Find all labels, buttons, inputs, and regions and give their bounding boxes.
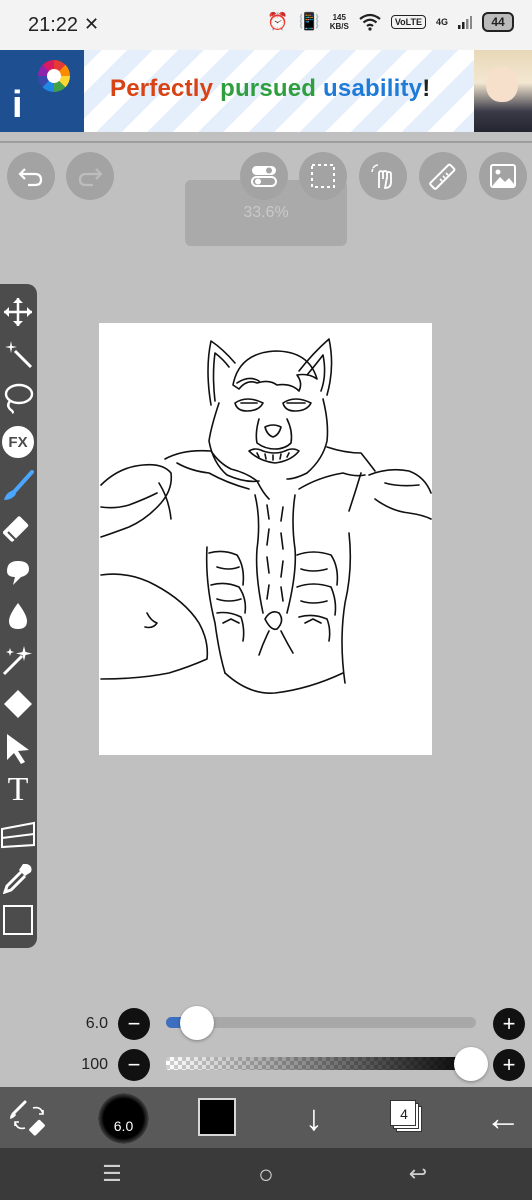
layer-sheet-front: 4 <box>390 1100 416 1126</box>
layers-button[interactable]: 4 <box>390 1100 422 1132</box>
ad-word-1: Perfectly <box>110 75 214 102</box>
network-speed: 145 KB/S <box>330 13 349 31</box>
volte-badge: VoLTE <box>390 15 426 29</box>
sparkle-tool[interactable] <box>0 640 36 680</box>
smudge-tool[interactable] <box>0 552 36 592</box>
size-increase-button[interactable]: + <box>493 1008 525 1040</box>
canvas-square-icon <box>3 905 33 935</box>
opacity-decrease-button[interactable]: − <box>118 1049 150 1081</box>
undo-icon <box>18 168 43 187</box>
move-tool[interactable] <box>0 292 36 332</box>
lasso-tool[interactable] <box>0 378 36 418</box>
bottom-toolbar <box>0 1087 532 1148</box>
magic-wand-tool[interactable] <box>0 334 36 374</box>
tool-panel: FX T <box>0 284 37 948</box>
fx-tool[interactable]: FX <box>0 422 36 462</box>
status-indicators: ⏰ 📳 145 KB/S VoLTE 4G 44 <box>267 12 514 32</box>
undo-button[interactable] <box>7 152 55 200</box>
ad-word-4: ! <box>422 75 431 102</box>
ad-headline: Perfectly pursued usability! <box>110 75 430 103</box>
frame-icon <box>1 821 35 849</box>
redo-button[interactable] <box>66 152 114 200</box>
system-back-button[interactable]: ↩ <box>388 1148 448 1200</box>
ad-word-3: usability <box>323 75 423 102</box>
vibrate-icon: 📳 <box>298 12 320 31</box>
wifi-icon <box>359 13 381 31</box>
text-tool[interactable]: T <box>0 770 36 810</box>
hand-icon <box>371 164 392 189</box>
status-bar: 21:22 ✕ ⏰ 📳 145 KB/S VoLTE 4G 44 <box>0 0 532 50</box>
brush-eraser-switch-icon <box>10 1100 45 1136</box>
eraser-tool[interactable] <box>0 509 36 549</box>
ibispaint-logo: i <box>0 50 84 132</box>
cursor-icon <box>7 734 29 764</box>
lasso-icon <box>4 383 34 414</box>
banner-divider <box>0 141 532 143</box>
brush-icon <box>4 470 34 500</box>
layers-count: 4 <box>400 1106 408 1122</box>
character-face <box>486 66 518 102</box>
sparkle-icon <box>2 646 32 676</box>
logo-letter: i <box>12 84 23 126</box>
magic-wand-icon <box>5 341 33 369</box>
toggle-icon <box>251 166 277 187</box>
opacity-increase-button[interactable]: + <box>493 1049 525 1081</box>
water-drop-icon <box>9 603 27 629</box>
brush-eraser-switch-button[interactable] <box>2 1087 56 1148</box>
redo-icon <box>78 168 103 187</box>
ad-word-2: pursued <box>220 75 317 102</box>
brush-size-value: 6.0 <box>85 1015 108 1032</box>
fx-label: FX <box>2 426 34 458</box>
home-button[interactable]: ○ <box>236 1148 296 1200</box>
brush-tool[interactable] <box>0 466 36 506</box>
select-tool[interactable] <box>0 728 36 768</box>
blur-tool[interactable] <box>0 596 36 636</box>
move-icon <box>4 298 32 326</box>
ad-banner[interactable]: i Perfectly pursued usability! <box>0 50 532 132</box>
speed-value: 145 <box>332 13 346 22</box>
alarm-icon: ⏰ <box>267 12 289 31</box>
signal-icon <box>458 16 472 29</box>
size-decrease-button[interactable]: − <box>118 1008 150 1040</box>
drawing-canvas[interactable] <box>99 323 432 755</box>
color-wheel-icon <box>38 60 70 92</box>
recent-apps-button[interactable]: ☰ <box>82 1148 142 1200</box>
network-type: 4G <box>435 17 448 27</box>
selection-icon <box>311 164 335 188</box>
download-button[interactable]: ↓ <box>288 1087 340 1148</box>
brush-size-thumb[interactable] <box>180 1006 214 1040</box>
smudge-icon <box>7 561 29 585</box>
ad-character-image <box>474 50 532 132</box>
image-icon <box>490 164 516 188</box>
ruler-button[interactable] <box>419 152 467 200</box>
opacity-slider[interactable] <box>166 1057 476 1070</box>
opacity-thumb[interactable] <box>454 1047 488 1081</box>
eyedropper-tool[interactable] <box>0 858 36 898</box>
settings-toggle-button[interactable] <box>240 152 288 200</box>
wolf-line-art <box>100 338 432 694</box>
status-time: 21:22 <box>28 14 79 36</box>
transform-tool[interactable] <box>0 814 36 854</box>
eraser-icon <box>3 516 29 542</box>
notification-icon: ✕ <box>84 14 100 34</box>
eyedropper-icon <box>3 864 32 894</box>
speed-unit: KB/S <box>329 22 349 31</box>
ruler-icon <box>429 163 456 190</box>
diamond-icon <box>4 690 32 718</box>
selection-button[interactable] <box>299 152 347 200</box>
brush-preview-size: 6.0 <box>113 1118 134 1134</box>
battery-indicator: 44 <box>482 12 514 32</box>
gesture-button[interactable] <box>359 152 407 200</box>
material-button[interactable] <box>479 152 527 200</box>
layer-tool[interactable] <box>0 900 36 940</box>
fill-tool[interactable] <box>0 684 36 724</box>
opacity-value: 100 <box>81 1056 108 1073</box>
back-to-gallery-button[interactable]: ← <box>478 1087 528 1148</box>
color-swatch-button[interactable] <box>198 1098 236 1136</box>
